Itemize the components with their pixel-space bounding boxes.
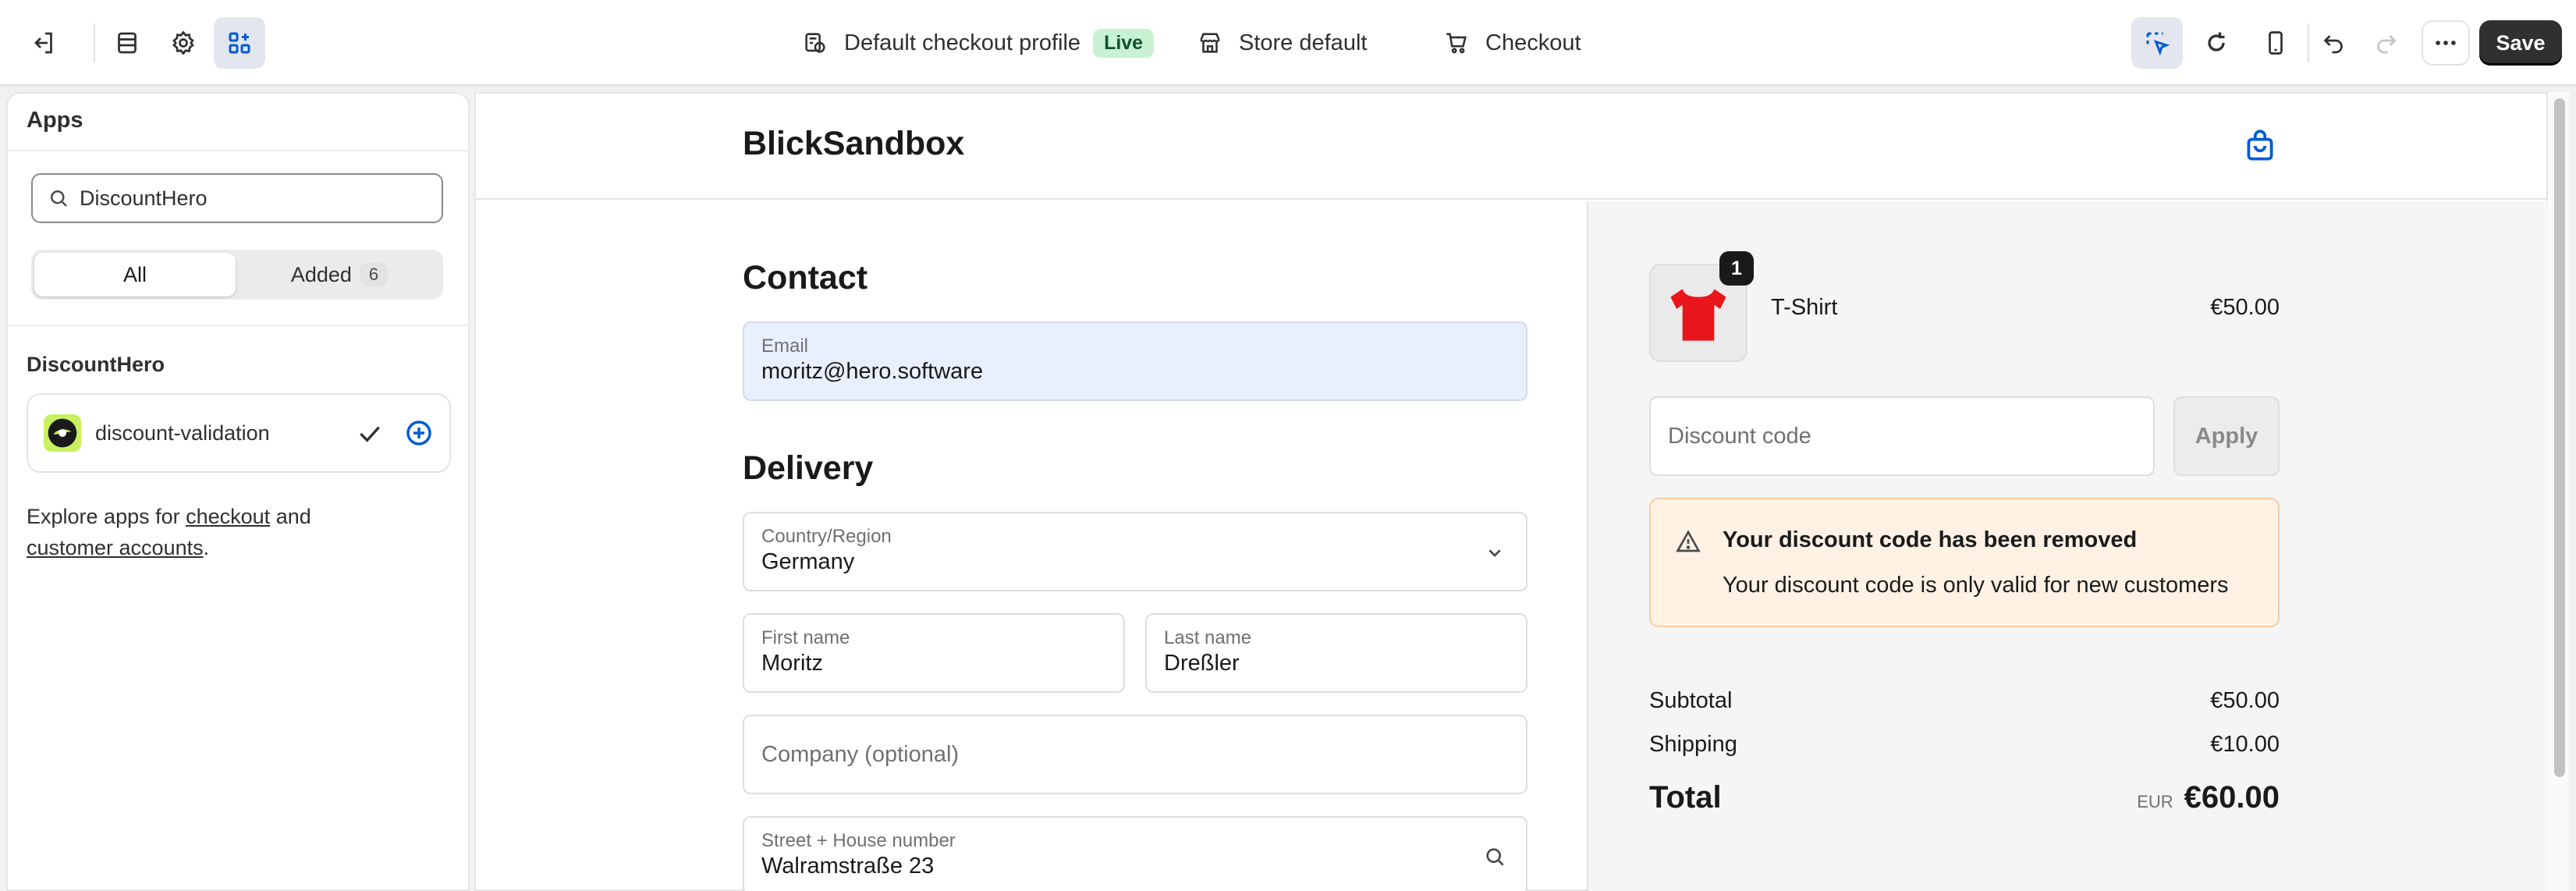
email-field[interactable]: Email moritz@hero.software [743, 321, 1528, 401]
last-name-label: Last name [1164, 627, 1252, 648]
top-bar: Default checkout profile Live Store defa… [0, 0, 2576, 86]
checkout-profile-label: Default checkout profile [844, 30, 1081, 55]
checkout-preview: BlickSandbox Contact Email moritz@hero.s… [474, 92, 2548, 891]
email-value: moritz@hero.software [761, 359, 984, 384]
quantity-badge: 1 [1719, 251, 1754, 286]
add-circle-icon[interactable] [403, 417, 435, 449]
company-field[interactable]: Company (optional) [743, 715, 1528, 794]
store-icon [1200, 33, 1220, 53]
divider [8, 325, 468, 326]
app-item-discount-validation[interactable]: discount-validation [27, 393, 451, 473]
warning-icon [1676, 530, 1701, 552]
total-label: Total [1649, 780, 1722, 815]
inspector-icon[interactable] [2131, 17, 2183, 69]
checkout-profile-icon [805, 33, 825, 53]
app-filter-tabs: All Added 6 [31, 250, 443, 300]
discount-code-input[interactable]: Discount code [1649, 396, 2155, 476]
shop-name: BlickSandbox [743, 125, 965, 162]
total-value: €60.00 [2184, 780, 2280, 815]
scrollbar-thumb[interactable] [2554, 98, 2565, 777]
subtotal-label: Subtotal [1649, 688, 1733, 713]
customer-accounts-apps-link[interactable]: customer accounts [27, 536, 204, 559]
app-section-title: DiscountHero [27, 353, 165, 376]
mobile-icon[interactable] [2250, 17, 2301, 69]
store-label: Store default [1239, 30, 1368, 55]
checkout-apps-link[interactable]: checkout [186, 505, 270, 528]
preview-scrollbar[interactable] [2548, 92, 2570, 891]
first-name-value: Moritz [761, 651, 823, 676]
sidebar-title: Apps [27, 108, 83, 133]
page-selector[interactable]: Checkout [1443, 23, 1581, 62]
search-icon [51, 190, 67, 207]
apply-discount-button[interactable]: Apply [2173, 396, 2280, 476]
shopping-bag-icon[interactable] [2241, 126, 2280, 165]
tab-added[interactable]: Added 6 [239, 253, 440, 296]
save-button[interactable]: Save [2479, 20, 2562, 66]
discount-code-placeholder: Discount code [1668, 423, 1811, 449]
street-value: Walramstraße 23 [761, 854, 935, 879]
added-count-badge: 6 [359, 263, 389, 286]
explore-apps-text: Explore apps for checkout and customer ac… [27, 501, 448, 563]
street-label: Street + House number [761, 830, 956, 851]
first-name-field[interactable]: First name Moritz [743, 613, 1125, 693]
explore-suffix: . [203, 536, 210, 559]
more-icon [2436, 41, 2456, 45]
more-actions-button[interactable] [2422, 20, 2470, 66]
live-badge: Live [1093, 28, 1155, 58]
gear-icon[interactable] [158, 17, 209, 69]
last-name-field[interactable]: Last name Dreßler [1145, 613, 1528, 693]
contact-heading: Contact [743, 259, 868, 296]
tab-all-label: All [122, 262, 147, 286]
shipping-label: Shipping [1649, 732, 1737, 757]
total-row: Total EUR €60.00 [1649, 780, 2280, 815]
tab-added-label: Added [290, 262, 352, 286]
discounthero-logo-icon [44, 414, 81, 452]
alert-body: Your discount code is only valid for new… [1723, 573, 2229, 598]
app-search-input[interactable]: DiscountHero [31, 173, 443, 223]
country-value: Germany [761, 549, 855, 574]
email-label: Email [761, 335, 809, 357]
tab-all[interactable]: All [34, 253, 236, 296]
store-selector[interactable]: Store default [1197, 23, 1367, 62]
company-placeholder: Company (optional) [761, 741, 960, 767]
explore-middle: and [270, 505, 311, 528]
delivery-heading: Delivery [743, 449, 874, 487]
checkout-profile-selector[interactable]: Default checkout profile Live [802, 23, 1155, 62]
exit-icon[interactable] [17, 17, 69, 69]
discount-removed-alert: Your discount code has been removed Your… [1649, 498, 2280, 627]
street-field[interactable]: Street + House number Walramstraße 23 [743, 816, 1528, 891]
reload-icon[interactable] [2191, 17, 2242, 69]
total-currency: EUR [2137, 792, 2173, 811]
subtotal-row: Subtotal €50.00 [1649, 688, 2280, 714]
last-name-value: Dreßler [1164, 651, 1240, 676]
divider [8, 150, 468, 151]
checkmark-icon [360, 426, 380, 442]
app-name: discount-validation [95, 421, 270, 445]
product-name: T-Shirt [1771, 295, 1838, 320]
page-label: Checkout [1485, 30, 1581, 55]
first-name-label: First name [761, 627, 850, 648]
search-value: DiscountHero [80, 186, 208, 210]
undo-icon[interactable] [2308, 17, 2359, 69]
layout-sections-icon[interactable] [101, 17, 153, 69]
country-label: Country/Region [761, 526, 892, 547]
apps-sidebar: Apps DiscountHero All Added 6 DiscountHe… [6, 92, 470, 891]
alert-title: Your discount code has been removed [1723, 527, 2138, 552]
search-icon [1486, 848, 1504, 866]
shipping-row: Shipping €10.00 [1649, 732, 2280, 758]
shipping-value: €10.00 [2210, 732, 2280, 757]
chevron-down-icon [1488, 549, 1501, 557]
apps-icon[interactable] [214, 17, 265, 69]
explore-prefix: Explore apps for [27, 505, 186, 528]
country-select[interactable]: Country/Region Germany [743, 512, 1528, 591]
shop-header: BlickSandbox [476, 94, 2548, 200]
product-price: €50.00 [2210, 295, 2280, 320]
redo-icon[interactable] [2361, 17, 2412, 69]
toolbar-divider [94, 23, 95, 62]
subtotal-value: €50.00 [2210, 688, 2280, 713]
cart-icon [1446, 33, 1467, 54]
